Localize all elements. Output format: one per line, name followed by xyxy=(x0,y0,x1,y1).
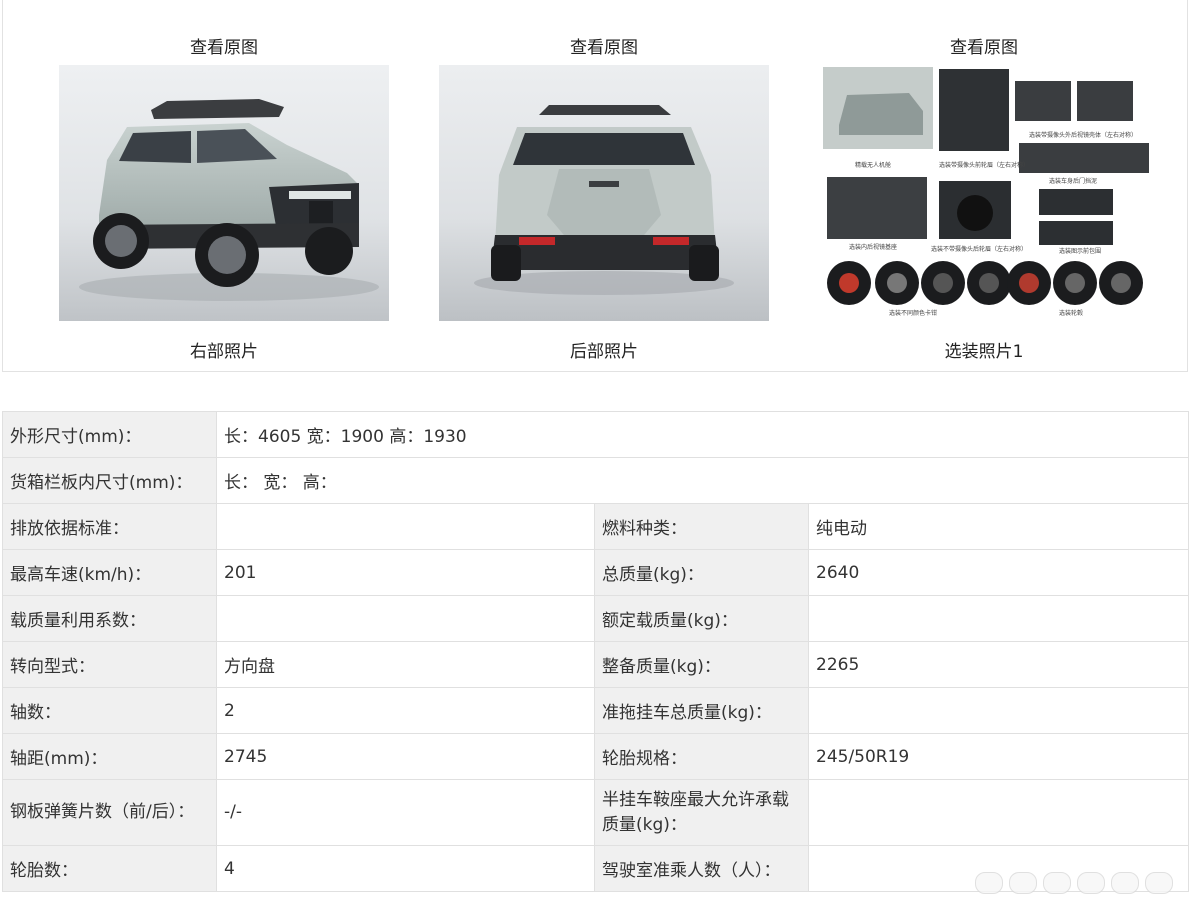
spec-value: 纯电动 xyxy=(807,503,1190,550)
option-label: 选装带摄像头外后视镜壳体（左右对称） xyxy=(1029,131,1137,139)
option-label: 选装不同颜色卡钳 xyxy=(889,309,937,317)
option-label: 精载无人机舱 xyxy=(855,161,891,169)
spec-table: 外形尺寸(mm)： 长：4605 宽：1900 高：1930 货箱栏板内尺寸(m… xyxy=(2,411,1190,892)
spec-label: 排放依据标准： xyxy=(2,503,217,550)
spec-value xyxy=(807,595,1190,642)
options-photo-sheet[interactable]: 精载无人机舱 选装带摄像头前轮眉（左右对称） 选装带摄像头外后视镜壳体（左右对称… xyxy=(819,65,1149,321)
table-row: 外形尺寸(mm)： 长：4605 宽：1900 高：1930 xyxy=(2,411,1190,458)
table-row: 最高车速(km/h)： 201 总质量(kg)： 2640 xyxy=(2,549,1190,596)
spec-label: 准拖挂车总质量(kg)： xyxy=(594,687,809,734)
watermark-glyph xyxy=(975,872,1003,894)
spec-value: 2745 xyxy=(216,733,595,780)
spec-label: 轴距(mm)： xyxy=(2,733,217,780)
spec-label: 半挂车鞍座最大允许承载质量(kg)： xyxy=(594,779,809,846)
table-row: 钢板弹簧片数（前/后）： -/- 半挂车鞍座最大允许承载质量(kg)： xyxy=(2,779,1190,846)
spec-label: 载质量利用系数： xyxy=(2,595,217,642)
spec-label: 货箱栏板内尺寸(mm)： xyxy=(2,457,217,504)
photo-caption: 选装照片1 xyxy=(944,342,1024,362)
watermark-glyph xyxy=(1043,872,1071,894)
spec-value: 长：4605 宽：1900 高：1930 xyxy=(215,411,1190,458)
spec-value: 245/50R19 xyxy=(807,733,1190,780)
watermark-glyph xyxy=(1111,872,1139,894)
view-original-link[interactable]: 查看原图 xyxy=(59,33,389,58)
spec-value: 方向盘 xyxy=(216,641,595,688)
spec-label: 燃料种类： xyxy=(594,503,809,550)
spec-label: 轴数： xyxy=(2,687,217,734)
spec-value xyxy=(807,779,1190,846)
rear-photo[interactable] xyxy=(439,65,769,321)
spec-label: 轮胎规格： xyxy=(594,733,809,780)
spec-value: 2265 xyxy=(807,641,1190,688)
spec-label: 轮胎数： xyxy=(2,845,217,892)
view-original-link[interactable]: 查看原图 xyxy=(819,33,1149,58)
spec-value xyxy=(216,595,595,642)
spec-label: 钢板弹簧片数（前/后）： xyxy=(2,779,217,846)
photo-caption: 右部照片 xyxy=(190,342,258,362)
option-label: 选装内后视镜基座 xyxy=(849,243,897,251)
watermark-glyph xyxy=(1077,872,1105,894)
spec-label: 总质量(kg)： xyxy=(594,549,809,596)
spec-label: 额定载质量(kg)： xyxy=(594,595,809,642)
view-original-link[interactable]: 查看原图 xyxy=(439,33,769,58)
spec-value: 201 xyxy=(216,549,595,596)
option-label: 选装图示前包围 xyxy=(1059,247,1101,255)
spec-value: 长： 宽： 高： xyxy=(215,457,1190,504)
spec-label: 外形尺寸(mm)： xyxy=(2,411,217,458)
option-label: 选装不带摄像头后轮眉（左右对称） xyxy=(931,245,1027,253)
spec-value: 4 xyxy=(216,845,595,892)
spec-label: 转向型式： xyxy=(2,641,217,688)
spec-value xyxy=(216,503,595,550)
watermark-glyph xyxy=(1145,872,1173,894)
photo-caption: 后部照片 xyxy=(570,342,638,362)
spec-value: 2640 xyxy=(807,549,1190,596)
table-row: 轴数： 2 准拖挂车总质量(kg)： xyxy=(2,687,1190,734)
option-label: 选装带摄像头前轮眉（左右对称） xyxy=(939,161,1029,169)
spec-label: 驾驶室准乘人数（人）： xyxy=(594,845,809,892)
option-label: 选装车身后门挡泥 xyxy=(1049,177,1097,185)
spec-label: 最高车速(km/h)： xyxy=(2,549,217,596)
watermark-glyph xyxy=(1009,872,1037,894)
table-row: 载质量利用系数： 额定载质量(kg)： xyxy=(2,595,1190,642)
table-row: 轴距(mm)： 2745 轮胎规格： 245/50R19 xyxy=(2,733,1190,780)
spec-value: -/- xyxy=(216,779,595,846)
photo-gallery: 查看原图 右部照片 查看原图 后部照片 查看原图 精载无人机舱 选装带摄像头前轮… xyxy=(2,0,1188,372)
spec-value: 2 xyxy=(216,687,595,734)
spec-value xyxy=(807,687,1190,734)
table-row: 排放依据标准： 燃料种类： 纯电动 xyxy=(2,503,1190,550)
watermark-logo xyxy=(975,872,1173,894)
right-side-photo[interactable] xyxy=(59,65,389,321)
table-row: 转向型式： 方向盘 整备质量(kg)： 2265 xyxy=(2,641,1190,688)
spec-label: 整备质量(kg)： xyxy=(594,641,809,688)
table-row: 货箱栏板内尺寸(mm)： 长： 宽： 高： xyxy=(2,457,1190,504)
option-label: 选装轮毂 xyxy=(1059,309,1083,317)
